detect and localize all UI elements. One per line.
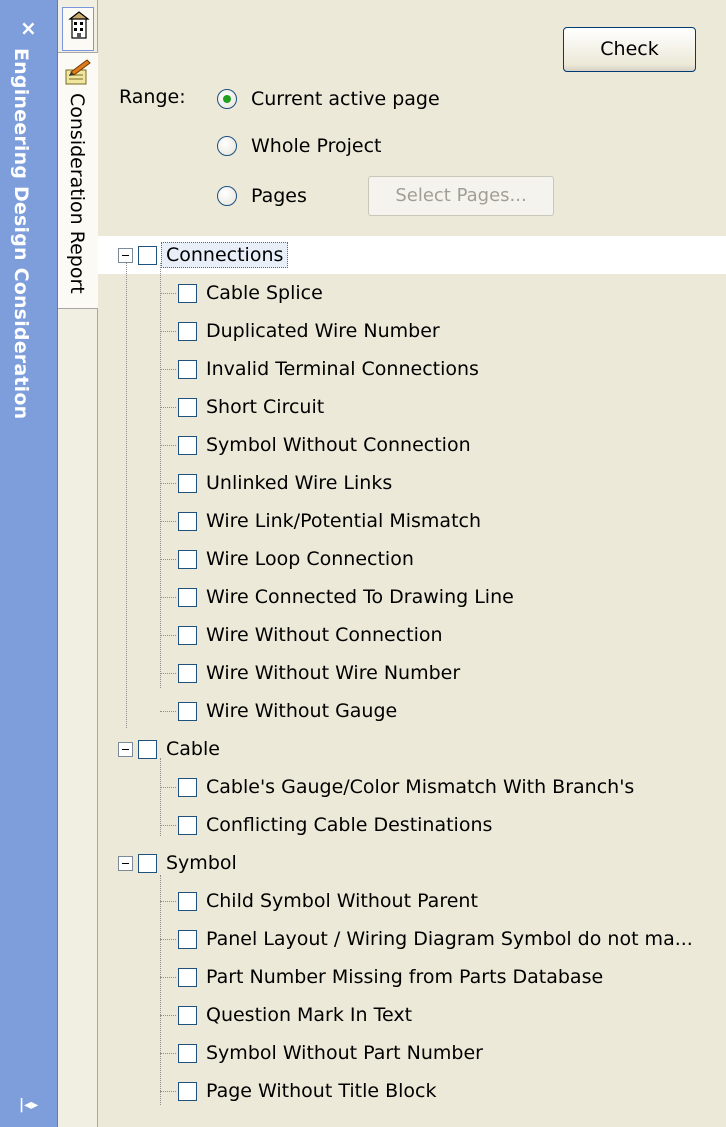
item-checkbox[interactable] xyxy=(178,777,197,797)
tree-item[interactable]: Cable Splice xyxy=(160,274,323,312)
item-label: Invalid Terminal Connections xyxy=(206,358,479,380)
item-label: Wire Link/Potential Mismatch xyxy=(206,510,482,532)
check-button[interactable]: Check xyxy=(563,27,696,72)
item-checkbox[interactable] xyxy=(178,359,197,379)
radio-button[interactable] xyxy=(217,186,237,206)
item-label: Wire Loop Connection xyxy=(206,548,414,570)
collapse-icon[interactable] xyxy=(118,247,133,263)
item-label: Symbol Without Connection xyxy=(206,434,471,456)
group-checkbox[interactable] xyxy=(138,853,157,873)
group-label: Cable xyxy=(166,738,220,760)
tree-item[interactable]: Invalid Terminal Connections xyxy=(160,350,479,388)
item-label: Wire Connected To Drawing Line xyxy=(206,586,514,608)
group-checkbox[interactable] xyxy=(138,739,157,759)
range-options-area: Check Range: Current active page Whole P… xyxy=(98,0,726,236)
radio-button-checked[interactable] xyxy=(217,89,237,109)
tree-item[interactable]: Conflicting Cable Destinations xyxy=(160,806,492,844)
tree-item[interactable]: Child Symbol Without Parent xyxy=(160,882,478,920)
tree-item[interactable]: Wire Link/Potential Mismatch xyxy=(160,502,481,540)
item-checkbox[interactable] xyxy=(178,1005,197,1025)
item-checkbox[interactable] xyxy=(178,929,197,949)
tree-item[interactable]: Wire Without Connection xyxy=(160,616,443,654)
tree-item[interactable]: Short Circuit xyxy=(160,388,324,426)
tree-item[interactable]: Wire Connected To Drawing Line xyxy=(160,578,514,616)
close-icon[interactable]: × xyxy=(20,18,37,38)
tree-item[interactable]: Part Number Missing from Parts Database xyxy=(160,958,603,996)
select-pages-button: Select Pages... xyxy=(368,176,554,216)
tree-item[interactable]: Symbol Without Part Number xyxy=(160,1034,483,1072)
item-label: Cable Splice xyxy=(206,282,323,304)
tree-item[interactable]: Duplicated Wire Number xyxy=(160,312,440,350)
group-label: Symbol xyxy=(166,852,237,874)
building-icon-graphic xyxy=(68,11,90,39)
collapse-icon[interactable] xyxy=(118,741,133,757)
radio-whole-project[interactable]: Whole Project xyxy=(217,133,381,159)
item-label: Wire Without Connection xyxy=(206,624,443,646)
item-checkbox[interactable] xyxy=(178,321,197,341)
tab-label: Consideration Report xyxy=(66,93,88,294)
item-checkbox[interactable] xyxy=(178,891,197,911)
item-checkbox[interactable] xyxy=(178,1081,197,1101)
item-checkbox[interactable] xyxy=(178,549,197,569)
item-checkbox[interactable] xyxy=(178,283,197,303)
tab-strip: Consideration Report xyxy=(58,0,98,1127)
item-label: Unlinked Wire Links xyxy=(206,472,393,494)
tree-group-connections[interactable]: Connections xyxy=(118,236,289,274)
item-checkbox[interactable] xyxy=(178,967,197,987)
item-label: Duplicated Wire Number xyxy=(206,320,440,342)
tree-group-cable[interactable]: Cable xyxy=(118,730,220,768)
radio-label: Pages xyxy=(251,185,307,207)
tree-item[interactable]: Cable's Gauge/Color Mismatch With Branch… xyxy=(160,768,634,806)
item-checkbox[interactable] xyxy=(178,511,197,531)
tree-item[interactable]: Page Without Title Block xyxy=(160,1072,436,1110)
tree-item[interactable]: Wire Loop Connection xyxy=(160,540,414,578)
item-checkbox[interactable] xyxy=(178,397,197,417)
item-label: Question Mark In Text xyxy=(206,1004,413,1026)
item-label: Cable's Gauge/Color Mismatch With Branch… xyxy=(206,776,635,798)
radio-current-active-page[interactable]: Current active page xyxy=(217,86,440,112)
main-panel: Check Range: Current active page Whole P… xyxy=(98,0,726,1127)
item-checkbox[interactable] xyxy=(178,473,197,493)
report-pencil-icon xyxy=(65,59,91,85)
tree-connector xyxy=(126,263,127,728)
item-label: Short Circuit xyxy=(206,396,325,418)
item-label: Wire Without Gauge xyxy=(206,700,398,722)
tree-group-symbol[interactable]: Symbol xyxy=(118,844,237,882)
item-checkbox[interactable] xyxy=(178,435,197,455)
item-label: Conflicting Cable Destinations xyxy=(206,814,493,836)
item-checkbox[interactable] xyxy=(178,701,197,721)
item-label: Part Number Missing from Parts Database xyxy=(206,966,604,988)
consideration-tree: Connections Cable Splice Duplicated Wire… xyxy=(98,236,726,1127)
item-label: Symbol Without Part Number xyxy=(206,1042,483,1064)
item-label: Panel Layout / Wiring Diagram Symbol do … xyxy=(206,928,693,950)
panel-title: Engineering Design Consideration xyxy=(10,48,32,420)
building-icon[interactable] xyxy=(62,7,94,51)
side-title-strip: × Engineering Design Consideration |◂▸ xyxy=(0,0,58,1127)
tree-item[interactable]: Symbol Without Connection xyxy=(160,426,471,464)
radio-pages[interactable]: Pages xyxy=(217,183,307,209)
group-label: Connections xyxy=(161,242,289,268)
item-checkbox[interactable] xyxy=(178,1043,197,1063)
radio-button[interactable] xyxy=(217,136,237,156)
item-checkbox[interactable] xyxy=(178,663,197,683)
design-consideration-window: × Engineering Design Consideration |◂▸ C… xyxy=(0,0,726,1127)
collapse-icon[interactable] xyxy=(118,855,133,871)
item-label: Child Symbol Without Parent xyxy=(206,890,478,912)
tree-item[interactable]: Panel Layout / Wiring Diagram Symbol do … xyxy=(160,920,693,958)
tree-item[interactable]: Wire Without Wire Number xyxy=(160,654,460,692)
tree-item[interactable]: Question Mark In Text xyxy=(160,996,412,1034)
item-checkbox[interactable] xyxy=(178,587,197,607)
item-label: Page Without Title Block xyxy=(206,1080,437,1102)
radio-label: Whole Project xyxy=(251,135,382,157)
tab-consideration-report[interactable]: Consideration Report xyxy=(58,52,98,309)
radio-label: Current active page xyxy=(251,88,440,110)
item-checkbox[interactable] xyxy=(178,625,197,645)
range-label: Range: xyxy=(119,86,186,108)
tree-item[interactable]: Unlinked Wire Links xyxy=(160,464,392,502)
item-label: Wire Without Wire Number xyxy=(206,662,461,684)
item-checkbox[interactable] xyxy=(178,815,197,835)
tree-item[interactable]: Wire Without Gauge xyxy=(160,692,397,730)
group-checkbox[interactable] xyxy=(138,245,157,265)
auto-hide-icon[interactable]: |◂▸ xyxy=(19,1098,38,1112)
